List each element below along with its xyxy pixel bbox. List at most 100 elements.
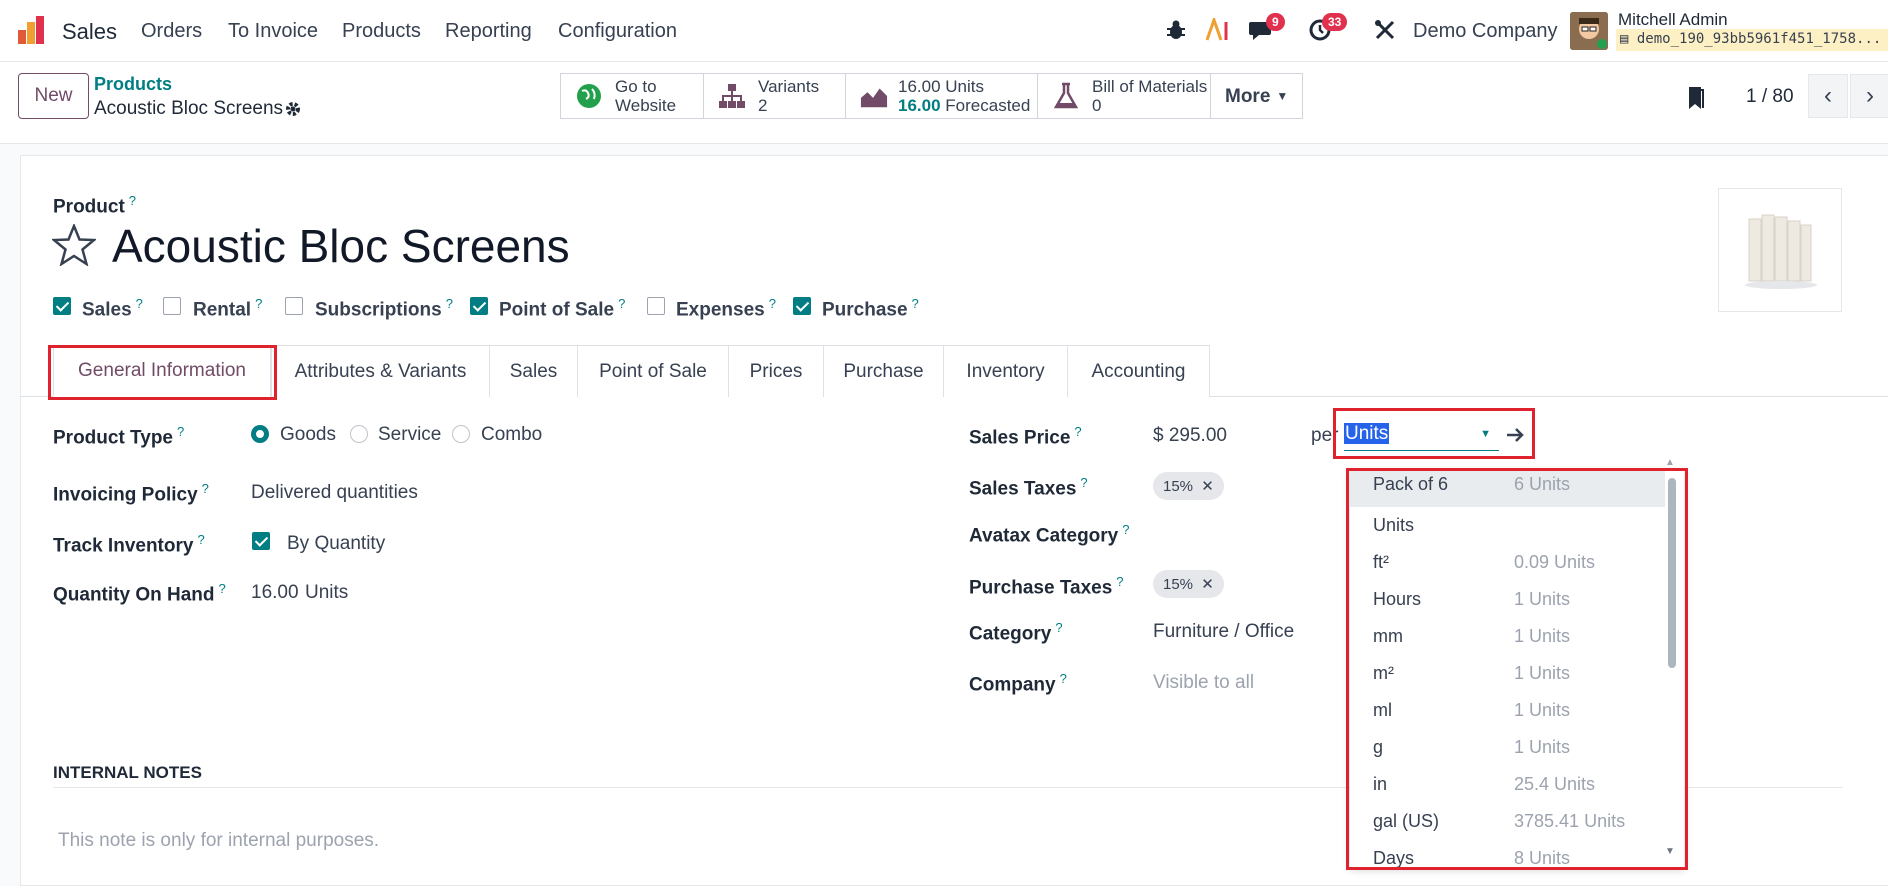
tab-accounting[interactable]: Accounting: [1067, 345, 1210, 397]
sales-price-label: Sales Price?: [969, 424, 1082, 449]
tab-point-of-sale[interactable]: Point of Sale: [577, 345, 729, 397]
forecast-value: 16.00: [898, 96, 941, 115]
tab-sales[interactable]: Sales: [489, 345, 578, 397]
type-goods-label: Goods: [280, 424, 336, 445]
globe-icon: [575, 82, 603, 110]
messages-badge: 9: [1266, 13, 1285, 31]
avatar[interactable]: [1570, 12, 1608, 50]
ai-icon[interactable]: [1205, 15, 1231, 48]
sitemap-icon: [718, 82, 746, 110]
sales-tax-tag[interactable]: 15% ✕: [1153, 472, 1224, 500]
internal-notes-placeholder[interactable]: This note is only for internal purposes.: [58, 830, 379, 852]
purchase-checkbox-label: Purchase?: [822, 296, 919, 321]
product-type-label: Product Type?: [53, 424, 185, 449]
database-badge: ▤ demo_190_93bb5961f451_1758...: [1616, 29, 1888, 51]
scroll-up-icon[interactable]: ▲: [1665, 457, 1675, 468]
rental-checkbox[interactable]: [163, 297, 181, 315]
track-inventory-checkbox[interactable]: [252, 532, 270, 550]
tab-attributes-variants[interactable]: Attributes & Variants: [271, 345, 490, 397]
expenses-checkbox-label: Expenses?: [676, 296, 776, 321]
new-button[interactable]: New: [18, 73, 89, 119]
menu-orders[interactable]: Orders: [141, 20, 202, 43]
variants-button[interactable]: Variants 2: [703, 73, 846, 119]
activities-badge: 33: [1322, 13, 1348, 31]
remove-tag-icon[interactable]: ✕: [1201, 576, 1214, 593]
track-inventory-label: Track Inventory?: [53, 532, 205, 557]
invoicing-policy-label: Invoicing Policy?: [53, 481, 209, 506]
sales-taxes-label: Sales Taxes?: [969, 475, 1088, 500]
app-name[interactable]: Sales: [62, 19, 117, 45]
forecast-label: Forecasted: [945, 96, 1031, 115]
website-line2: Website: [615, 96, 677, 115]
star-icon[interactable]: [50, 222, 98, 272]
menu-configuration[interactable]: Configuration: [558, 20, 677, 43]
purchase-taxes-label: Purchase Taxes?: [969, 574, 1124, 599]
category-label: Category?: [969, 620, 1063, 645]
purchase-checkbox[interactable]: [793, 297, 811, 315]
invoicing-policy-value[interactable]: Delivered quantities: [251, 482, 418, 504]
go-to-website-button[interactable]: Go to Website: [560, 73, 704, 119]
product-name[interactable]: Acoustic Bloc Screens: [112, 219, 570, 273]
tab-purchase[interactable]: Purchase: [823, 345, 944, 397]
breadcrumb-products[interactable]: Products: [94, 74, 172, 95]
subscriptions-checkbox[interactable]: [285, 297, 303, 315]
point-of-sale-checkbox[interactable]: [470, 297, 488, 315]
pager-prev-button[interactable]: ‹: [1808, 74, 1848, 118]
area-chart-icon: [860, 82, 888, 110]
menu-products[interactable]: Products: [342, 20, 421, 43]
type-combo-radio[interactable]: [452, 425, 470, 443]
quantity-on-hand-unit: Units: [305, 582, 349, 603]
user-name[interactable]: Mitchell Admin: [1618, 10, 1728, 30]
track-inventory-value[interactable]: By Quantity: [287, 533, 385, 555]
variants-count: 2: [758, 96, 768, 115]
chevron-right-icon: ›: [1866, 82, 1874, 109]
pager[interactable]: 1 / 80: [1746, 86, 1794, 108]
avatax-category-label: Avatax Category?: [969, 522, 1130, 547]
subscriptions-checkbox-label: Subscriptions?: [315, 296, 453, 321]
internal-notes-title: INTERNAL NOTES: [53, 763, 202, 782]
product-label: Product?: [53, 193, 137, 218]
quantity-on-hand-value[interactable]: 16.00: [251, 582, 299, 604]
menu-to-invoice[interactable]: To Invoice: [228, 20, 318, 43]
bom-label: Bill of Materials: [1092, 77, 1208, 96]
sales-price-value[interactable]: $ 295.00: [1153, 425, 1227, 447]
quantity-on-hand-label: Quantity On Hand?: [53, 581, 226, 606]
control-panel: New Products Acoustic Bloc Screens Go to…: [0, 62, 1888, 144]
bom-button[interactable]: Bill of Materials 0: [1037, 73, 1211, 119]
pager-next-button[interactable]: ›: [1850, 74, 1888, 118]
rental-checkbox-label: Rental?: [193, 296, 263, 321]
sales-checkbox-label: Sales?: [82, 296, 143, 321]
on-hand-button[interactable]: 16.00 Units 16.00 Forecasted: [845, 73, 1038, 119]
highlight-dropdown: [1346, 468, 1688, 870]
tools-icon[interactable]: [1374, 19, 1396, 47]
caret-down-icon: ▼: [1276, 88, 1289, 103]
database-icon: ▤: [1620, 31, 1629, 47]
apps-icon[interactable]: [16, 16, 48, 46]
menu-reporting[interactable]: Reporting: [445, 20, 532, 43]
sales-checkbox[interactable]: [53, 297, 71, 315]
remove-tag-icon[interactable]: ✕: [1201, 478, 1214, 495]
company-placeholder[interactable]: Visible to all: [1153, 672, 1254, 694]
company-switcher[interactable]: Demo Company: [1413, 20, 1558, 43]
gear-icon[interactable]: [284, 100, 302, 124]
units-onhand: 16.00 Units: [898, 77, 984, 96]
more-button[interactable]: More ▼: [1210, 73, 1303, 119]
tab-inventory[interactable]: Inventory: [943, 345, 1068, 397]
product-image[interactable]: [1718, 188, 1842, 312]
breadcrumb-current: Acoustic Bloc Screens: [94, 98, 284, 119]
website-line1: Go to: [615, 77, 657, 96]
category-value[interactable]: Furniture / Office: [1153, 621, 1294, 643]
type-goods-radio[interactable]: [251, 425, 269, 443]
company-label: Company?: [969, 671, 1067, 696]
tab-prices[interactable]: Prices: [728, 345, 824, 397]
bookmark-icon[interactable]: [1686, 86, 1706, 116]
expenses-checkbox[interactable]: [647, 297, 665, 315]
more-label: More: [1225, 85, 1271, 107]
purchase-tax-tag[interactable]: 15% ✕: [1153, 570, 1224, 598]
bom-count: 0: [1092, 96, 1102, 115]
bug-icon[interactable]: [1166, 19, 1186, 47]
flask-icon: [1052, 82, 1080, 110]
variants-label: Variants: [758, 77, 820, 96]
type-combo-label: Combo: [481, 424, 543, 445]
type-service-radio[interactable]: [350, 425, 368, 443]
